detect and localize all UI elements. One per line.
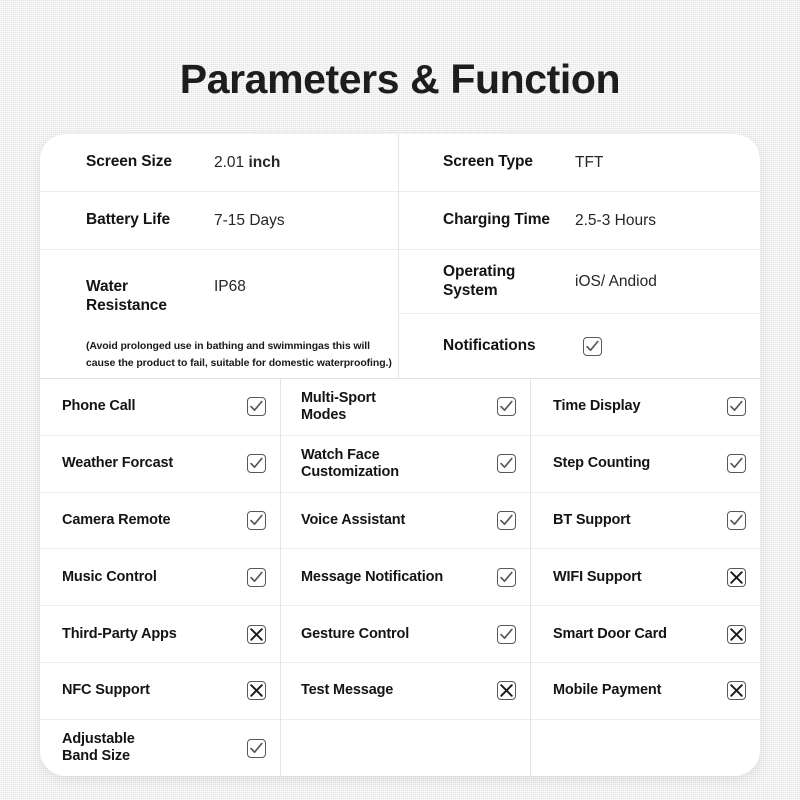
spec-row-notifications: Notifications [399, 314, 760, 378]
spec-value-charging-time: 2.5-3 Hours [575, 211, 656, 229]
screen-size-number: 2.01 [214, 153, 245, 171]
check-box-icon [247, 567, 266, 587]
feature-row: Test Message [281, 663, 530, 720]
spec-label-charging-time: Charging Time [443, 211, 550, 229]
cross-box-icon [247, 624, 266, 644]
spec-row-charging-time: Charging Time 2.5-3 Hours [399, 192, 760, 250]
spec-row-battery-life: Battery Life 7-15 Days [40, 192, 398, 250]
feature-row: Mobile Payment [531, 663, 760, 720]
check-box-icon [497, 454, 516, 474]
check-box-icon [727, 397, 746, 417]
feature-row: NFC Support [40, 663, 280, 720]
feature-row: Watch Face Customization [281, 436, 530, 493]
feature-label: Gesture Control [301, 625, 410, 642]
feature-label: Watch Face Customization [301, 446, 399, 480]
cross-box-icon [727, 624, 746, 644]
check-box-icon [497, 567, 516, 587]
feature-column-3: Time Display Step Counting BT Support WIFI … [530, 379, 760, 776]
spec-label-water-resistance: Water Resistance [86, 278, 214, 316]
cross-box-icon [497, 681, 516, 701]
cross-box-icon [247, 681, 266, 701]
water-resistance-note: (Avoid prolonged use in bathing and swim… [86, 339, 392, 369]
feature-row: BT Support [531, 493, 760, 550]
check-box-icon [583, 336, 602, 356]
spec-value-operating-system: iOS/ Andiod [575, 272, 657, 290]
feature-row: Message Notification [281, 549, 530, 607]
spec-value-screen-type: TFT [575, 153, 604, 171]
cross-box-icon [727, 567, 746, 587]
feature-label: Multi-Sport Modes [301, 389, 376, 423]
feature-row: Camera Remote [40, 493, 280, 550]
feature-label: Voice Assistant [301, 511, 406, 528]
feature-label: Smart Door Card [553, 625, 667, 642]
spec-label-screen-size: Screen Size [86, 153, 172, 171]
feature-row: Weather Forcast [40, 436, 280, 493]
spec-row-water-resistance: Water Resistance IP68 (Avoid prolonged us… [40, 250, 398, 378]
feature-row: Phone Call [40, 379, 280, 436]
check-box-icon [497, 624, 516, 644]
empty-cell [497, 739, 516, 758]
feature-label: Weather Forcast [62, 455, 174, 472]
spec-value-screen-size: 2.01 inch [214, 154, 280, 172]
spec-label-operating-system: Operating System [443, 263, 575, 301]
feature-column-1: Phone Call Weather Forcast Camera Remote Mu… [40, 379, 280, 776]
spec-card: Screen Size 2.01 inch Battery Life 7-15 … [40, 134, 760, 776]
operating-system-line2: System [443, 281, 498, 299]
spec-row-operating-system: Operating System iOS/ Andiod [399, 250, 760, 314]
spec-row-screen-type: Screen Type TFT [399, 134, 760, 192]
feature-row [531, 720, 760, 776]
feature-grid: Phone Call Weather Forcast Camera Remote Mu… [40, 378, 760, 776]
feature-column-2: Multi-Sport Modes Watch Face Customization V… [280, 379, 530, 776]
check-box-icon [727, 454, 746, 474]
feature-row: Multi-Sport Modes [281, 379, 530, 436]
feature-row: Voice Assistant [281, 493, 530, 550]
feature-label: WIFI Support [553, 568, 642, 585]
feature-label: BT Support [553, 511, 631, 528]
spec-column-right: Screen Type TFT Charging Time 2.5-3 Hour… [398, 134, 760, 378]
feature-label: Camera Remote [62, 511, 171, 528]
spec-row-screen-size: Screen Size 2.01 inch [40, 134, 398, 192]
feature-label: Mobile Payment [553, 682, 662, 699]
check-box-icon [247, 510, 266, 530]
operating-system-line1: Operating [443, 262, 516, 280]
page-title: Parameters & Function [179, 56, 621, 102]
cross-box-icon [727, 681, 746, 701]
feature-row [281, 720, 530, 776]
feature-label: Time Display [553, 398, 641, 415]
check-box-icon [727, 510, 746, 530]
check-box-icon [247, 454, 266, 474]
feature-label: NFC Support [62, 682, 150, 699]
feature-label: Music Control [62, 568, 157, 585]
feature-row: Time Display [531, 379, 760, 436]
spec-value-water-resistance: IP68 [214, 278, 246, 295]
screen-size-unit: inch [248, 153, 281, 171]
feature-row: Smart Door Card [531, 606, 760, 663]
feature-label: Phone Call [62, 398, 136, 415]
feature-row: Gesture Control [281, 606, 530, 663]
check-box-icon [247, 738, 266, 758]
feature-label: Third-Party Apps [62, 625, 177, 642]
spec-label-screen-type: Screen Type [443, 153, 533, 171]
feature-label: Message Notification [301, 568, 444, 585]
feature-label: Step Counting [553, 455, 651, 472]
feature-row: Music Control [40, 549, 280, 607]
empty-cell [727, 739, 746, 758]
feature-label: Test Message [301, 682, 394, 699]
feature-row: Adjustable Band Size [40, 720, 280, 776]
feature-row: WIFI Support [531, 549, 760, 607]
water-resistance-line1: Water [86, 278, 128, 295]
specifications-table: Screen Size 2.01 inch Battery Life 7-15 … [40, 134, 760, 378]
water-resistance-line2: Resistance [86, 296, 167, 314]
check-box-icon [497, 397, 516, 417]
feature-label: Adjustable Band Size [62, 731, 135, 765]
spec-label-notifications: Notifications [443, 336, 536, 354]
spec-value-battery-life: 7-15 Days [214, 211, 285, 229]
check-box-icon [247, 397, 266, 417]
spec-label-battery-life: Battery Life [86, 211, 171, 229]
spec-column-left: Screen Size 2.01 inch Battery Life 7-15 … [40, 134, 398, 378]
feature-row: Step Counting [531, 436, 760, 493]
check-box-icon [497, 510, 516, 530]
feature-row: Third-Party Apps [40, 606, 280, 663]
